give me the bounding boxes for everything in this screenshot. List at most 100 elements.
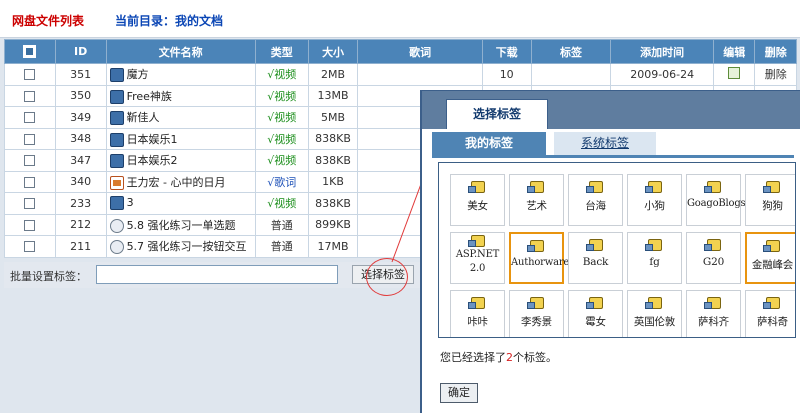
- row-name[interactable]: 5.8 强化练习一单选题: [127, 219, 236, 232]
- tag-item[interactable]: 李秀景: [509, 290, 564, 337]
- batch-tag-input[interactable]: [96, 265, 338, 284]
- row-name-cell[interactable]: 3: [105, 192, 256, 215]
- row-checkbox[interactable]: [24, 241, 36, 253]
- row-id: 351: [54, 63, 107, 86]
- row-name-cell[interactable]: 靳佳人: [105, 106, 256, 129]
- row-name[interactable]: 靳佳人: [127, 111, 160, 124]
- tag-item[interactable]: ASP.NET 2.0: [450, 232, 505, 284]
- tag-label: 英国伦敦: [633, 316, 676, 328]
- tag-label: 狗狗: [762, 200, 783, 212]
- dialog-title-tab[interactable]: 选择标签: [446, 99, 548, 130]
- col-id: ID: [54, 39, 107, 64]
- row-size: 838KB: [307, 192, 359, 215]
- tag-icon: [703, 181, 721, 193]
- tag-item[interactable]: 狗狗: [745, 174, 795, 226]
- row-checkbox[interactable]: [24, 90, 36, 102]
- row-checkbox[interactable]: [24, 133, 36, 145]
- tag-select-dialog: 选择标签 我的标签 系统标签 美女 艺术 台海 小狗 GoagoBlogs 狗狗…: [420, 90, 800, 413]
- tag-label: 艺术: [526, 200, 547, 212]
- col-type: 类型: [254, 39, 309, 64]
- document-icon: [109, 218, 124, 233]
- row-id: 340: [54, 170, 107, 193]
- tag-icon: [703, 297, 721, 309]
- tag-item[interactable]: 霉女: [568, 290, 623, 337]
- tag-item[interactable]: 小狗: [627, 174, 682, 226]
- tag-label: Authorware: [511, 257, 570, 268]
- tab-underline: [432, 155, 794, 158]
- tag-item[interactable]: GoagoBlogs: [686, 174, 746, 226]
- tag-item[interactable]: 萨科齐: [686, 290, 741, 337]
- row-type: √视频: [254, 84, 309, 107]
- ok-button[interactable]: 确定: [440, 383, 478, 403]
- row-name[interactable]: 日本娱乐2: [127, 154, 178, 167]
- col-lyric: 歌词: [357, 39, 483, 64]
- row-edit[interactable]: [712, 63, 756, 86]
- tag-item[interactable]: 英国伦敦: [627, 290, 682, 337]
- tag-label: 李秀景: [521, 316, 552, 328]
- row-name[interactable]: 魔方: [127, 68, 149, 81]
- tag-label: GoagoBlogs: [687, 198, 746, 209]
- row-name-cell[interactable]: 日本娱乐2: [105, 149, 256, 172]
- select-all-checkbox[interactable]: [4, 39, 56, 64]
- row-name-cell[interactable]: 魔方: [105, 63, 256, 86]
- tag-item[interactable]: G20: [686, 232, 741, 284]
- tag-icon: [644, 181, 662, 193]
- video-icon: [109, 68, 124, 83]
- tab-system-tags[interactable]: 系统标签: [554, 132, 656, 155]
- row-type: √视频: [254, 63, 309, 86]
- tag-icon: [585, 239, 603, 251]
- tag-item[interactable]: Back: [568, 232, 623, 284]
- row-name-cell[interactable]: 5.8 强化练习一单选题: [105, 213, 256, 236]
- status-prefix: 您已经选择了: [440, 351, 506, 364]
- tag-item[interactable]: 咔咔: [450, 290, 505, 337]
- row-name[interactable]: 日本娱乐1: [127, 133, 178, 146]
- row-delete[interactable]: 删除: [754, 63, 797, 86]
- tag-icon: [762, 297, 780, 309]
- tab-my-tags[interactable]: 我的标签: [432, 132, 546, 155]
- row-type: √视频: [254, 106, 309, 129]
- video-icon: [109, 111, 124, 126]
- batch-tag-label: 批量设置标签：: [10, 270, 87, 283]
- row-type: 普通: [254, 213, 309, 236]
- row-name[interactable]: 5.7 强化练习一按钮交互: [127, 240, 247, 253]
- tag-item[interactable]: 萨科奇: [745, 290, 795, 337]
- lyric-icon: [109, 175, 124, 190]
- row-name[interactable]: Free神族: [127, 90, 172, 103]
- video-icon: [109, 132, 124, 147]
- col-edit: 编辑: [712, 39, 756, 64]
- edit-icon[interactable]: [728, 66, 741, 79]
- row-checkbox[interactable]: [24, 219, 36, 231]
- tag-label: 小狗: [644, 200, 665, 212]
- row-checkbox[interactable]: [24, 198, 36, 210]
- tag-icon: [467, 235, 485, 247]
- row-size: 2MB: [307, 63, 359, 86]
- tag-item-selected[interactable]: Authorware: [509, 232, 570, 284]
- row-checkbox[interactable]: [24, 176, 36, 188]
- tag-icon: [526, 297, 544, 309]
- row-name[interactable]: 3: [127, 196, 134, 209]
- row-size: 1KB: [307, 170, 359, 193]
- row-name-cell[interactable]: 5.7 强化练习一按钮交互: [105, 235, 256, 258]
- row-name-cell[interactable]: Free神族: [105, 84, 256, 107]
- row-id: 350: [54, 84, 107, 107]
- row-checkbox[interactable]: [24, 155, 36, 167]
- tag-item-selected[interactable]: 金融峰会: [745, 232, 795, 284]
- tag-item[interactable]: 台海: [568, 174, 623, 226]
- table-row: 351 魔方 √视频 2MB 10 2009-06-24 删除: [4, 63, 797, 86]
- selection-status: 您已经选择了2个标签。: [440, 349, 557, 365]
- row-download: 10: [481, 63, 532, 86]
- tag-item[interactable]: fg: [627, 232, 682, 284]
- tag-icon: [703, 239, 721, 251]
- tag-item[interactable]: 艺术: [509, 174, 564, 226]
- row-id: 347: [54, 149, 107, 172]
- row-checkbox[interactable]: [24, 112, 36, 124]
- tag-label: 金融峰会: [751, 259, 794, 271]
- tag-item[interactable]: 美女: [450, 174, 505, 226]
- row-name-cell[interactable]: 日本娱乐1: [105, 127, 256, 150]
- row-name-cell[interactable]: 王力宏 - 心中的日月: [105, 170, 256, 193]
- row-name[interactable]: 王力宏 - 心中的日月: [127, 176, 226, 189]
- tag-label: 萨科齐: [698, 316, 729, 328]
- col-date: 添加时间: [610, 39, 714, 64]
- tag-icon: [644, 239, 662, 251]
- row-checkbox[interactable]: [24, 69, 36, 81]
